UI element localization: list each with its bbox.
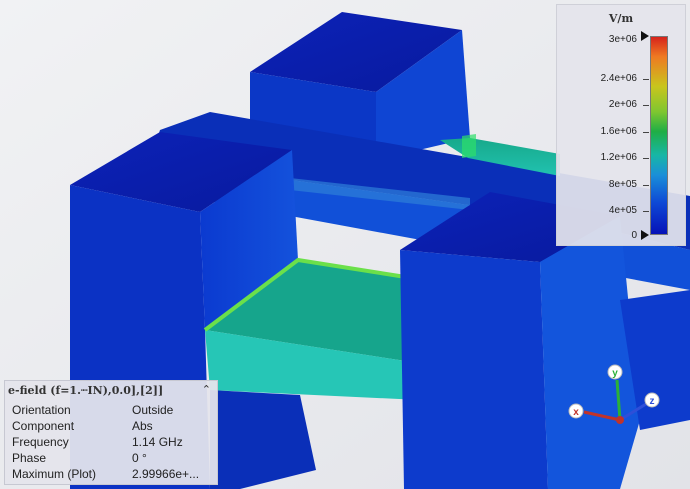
legend-tick: 2e+06 bbox=[608, 99, 637, 110]
info-label: Component bbox=[12, 419, 75, 433]
legend-tick: 3e+06 bbox=[608, 34, 637, 45]
legend-tick: 8e+05 bbox=[608, 179, 637, 190]
info-value: 0 ° bbox=[132, 451, 147, 465]
plot-info-title: e-field (f=1.┉IN),0.0],[2]] bbox=[8, 384, 164, 397]
legend-tick: 1.6e+06 bbox=[600, 126, 637, 137]
legend-unit: V/m bbox=[608, 12, 634, 25]
info-row-orientation: Orientation Outside bbox=[12, 403, 173, 417]
info-value: Outside bbox=[132, 403, 174, 417]
info-label: Maximum (Plot) bbox=[12, 467, 97, 481]
info-label: Phase bbox=[12, 451, 47, 465]
info-row-frequency: Frequency 1.14 GHz bbox=[12, 435, 183, 449]
legend-tick: 0 bbox=[631, 230, 637, 241]
collapse-chevron-icon[interactable]: ⌃ bbox=[202, 383, 211, 396]
info-row-maximum: Maximum (Plot) 2.99966e+... bbox=[12, 467, 199, 481]
color-legend: V/m 3e+06 2.4e+06 2e+06 1.6e+06 1.2e+06 … bbox=[556, 4, 686, 246]
info-row-phase: Phase 0 ° bbox=[12, 451, 147, 465]
axis-x-label: x bbox=[573, 407, 579, 418]
color-scale-bar bbox=[650, 36, 668, 235]
axis-z-label: z bbox=[650, 396, 655, 407]
legend-tick: 1.2e+06 bbox=[600, 152, 637, 163]
legend-tick: 4e+05 bbox=[608, 205, 637, 216]
legend-max-marker-icon[interactable] bbox=[641, 31, 649, 41]
info-value: 1.14 GHz bbox=[132, 435, 183, 449]
info-value: Abs bbox=[132, 419, 153, 433]
info-row-component: Component Abs bbox=[12, 419, 153, 433]
plot-info-panel: e-field (f=1.┉IN),0.0],[2]] ⌃ Orientatio… bbox=[4, 380, 218, 485]
info-label: Orientation bbox=[12, 403, 71, 417]
legend-min-marker-icon[interactable] bbox=[641, 230, 649, 240]
legend-tick: 2.4e+06 bbox=[600, 73, 637, 84]
info-label: Frequency bbox=[12, 435, 69, 449]
axis-y-label: y bbox=[612, 368, 618, 379]
info-value: 2.99966e+... bbox=[132, 467, 200, 481]
